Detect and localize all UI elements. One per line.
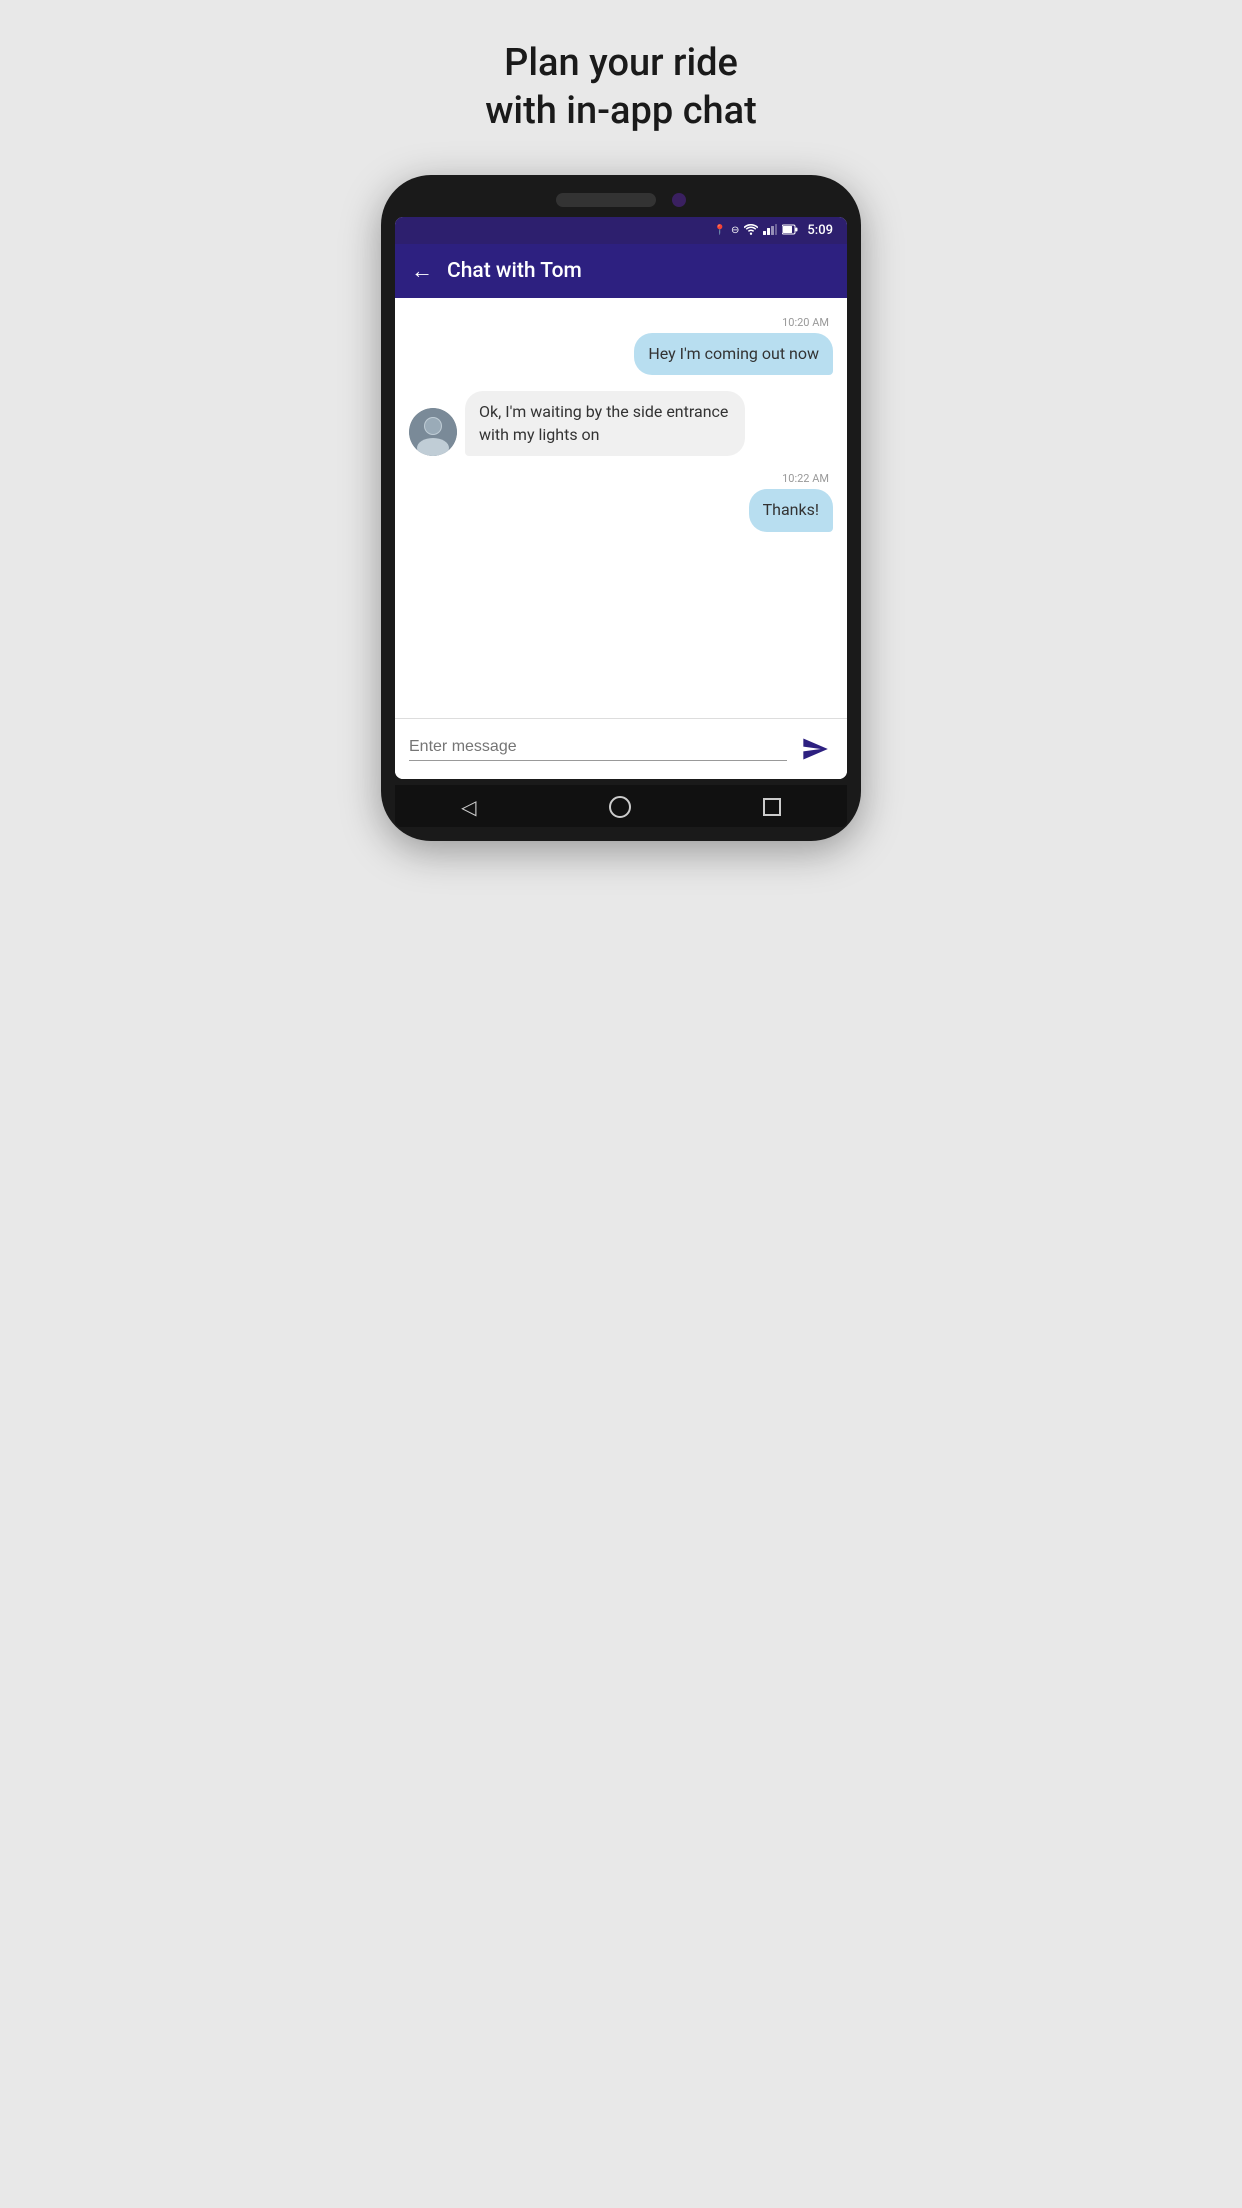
received-content: Ok, I'm waiting by the side entrance wit… [465,391,745,456]
page-title: Plan your ride with in-app chat [485,40,757,135]
message-row-3: 10:22 AM Thanks! [409,472,833,531]
home-nav-button[interactable] [609,796,631,818]
chat-area: 10:20 AM Hey I'm coming out now [395,298,847,718]
phone-screen: 📍 ⊖ [395,217,847,779]
battery-icon [782,224,798,238]
back-nav-button[interactable]: ◁ [461,795,476,819]
status-icons: 📍 ⊖ [714,223,833,238]
message-bubble-2: Ok, I'm waiting by the side entrance wit… [465,391,745,456]
status-bar: 📍 ⊖ [395,217,847,244]
recents-nav-button[interactable] [763,798,781,816]
phone-nav-bar: ◁ [395,785,847,827]
message-timestamp-3: 10:22 AM [782,472,833,485]
back-button[interactable]: ← [411,258,433,284]
message-bubble-1: Hey I'm coming out now [634,333,833,375]
avatar-face [409,408,457,456]
minus-circle-icon: ⊖ [731,225,739,236]
message-bubble-3: Thanks! [749,489,833,531]
chat-header-title: Chat with Tom [447,259,582,283]
message-input[interactable] [409,738,787,761]
phone-speaker [556,193,656,207]
send-icon [801,735,829,763]
message-row-2: Ok, I'm waiting by the side entrance wit… [409,391,833,456]
avatar [409,408,457,456]
message-row-1: 10:20 AM Hey I'm coming out now [409,316,833,375]
send-button[interactable] [797,731,833,767]
app-header: ← Chat with Tom [395,244,847,298]
status-time: 5:09 [807,223,833,238]
phone-top-bar [395,193,847,207]
location-icon: 📍 [714,225,726,236]
phone-camera [672,193,686,207]
phone-shell: 📍 ⊖ [381,175,861,841]
message-input-row [395,718,847,779]
wifi-icon [744,224,758,238]
message-timestamp-1: 10:20 AM [782,316,833,329]
signal-icon [763,224,777,238]
